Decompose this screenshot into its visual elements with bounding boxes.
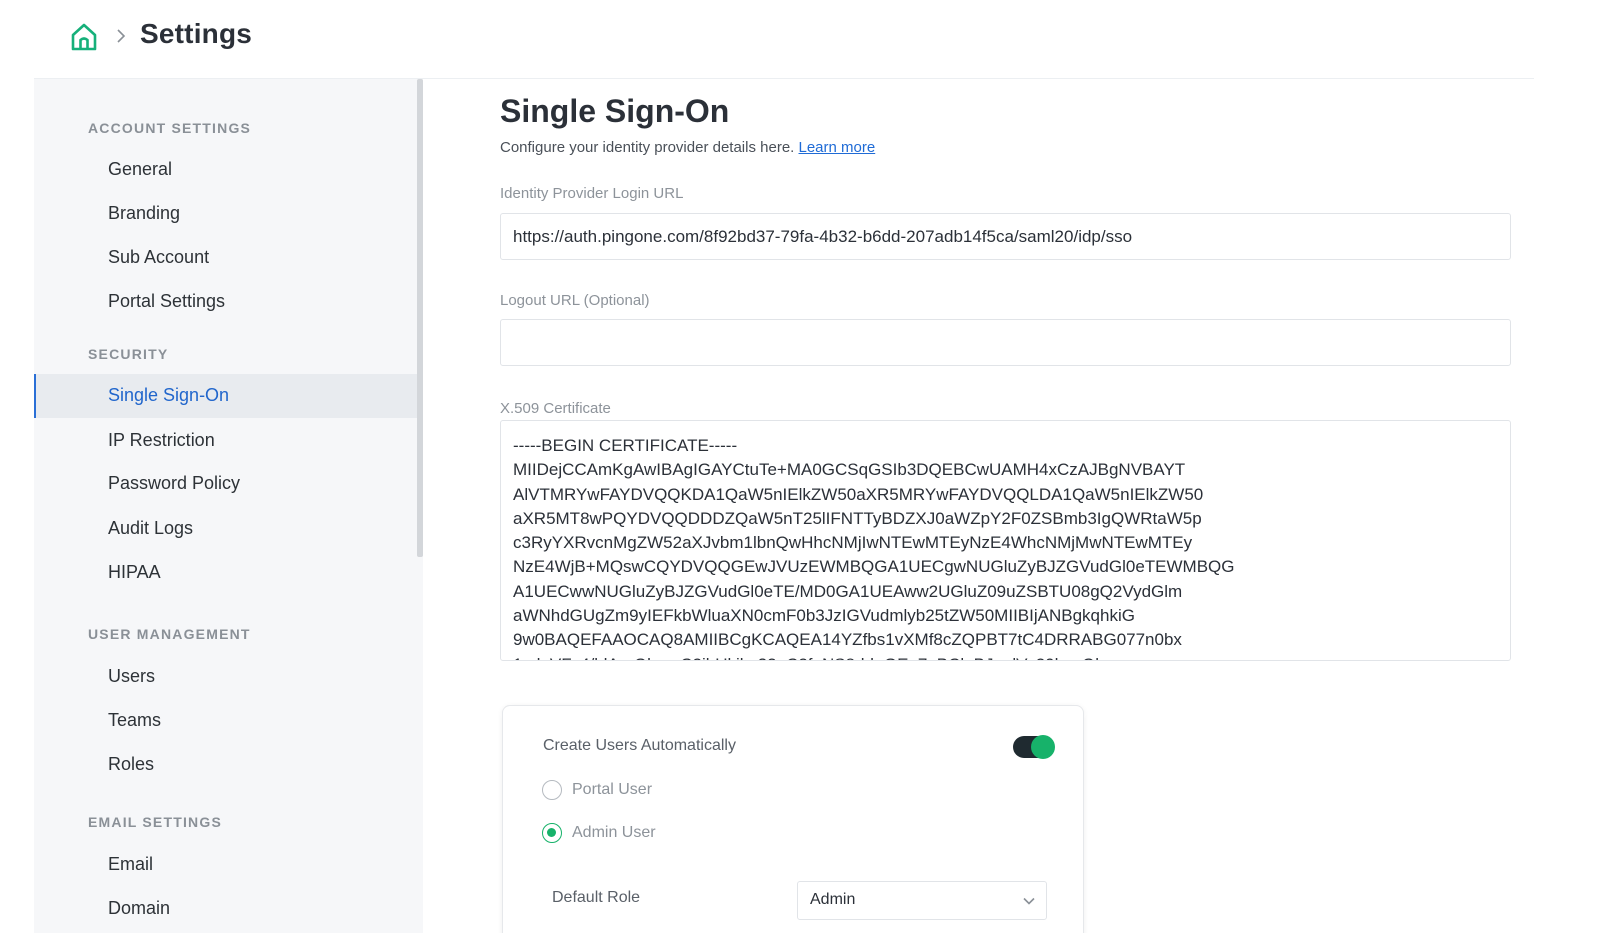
sidebar-scrollbar[interactable] [417, 79, 423, 557]
chevron-down-icon [1023, 897, 1035, 905]
radio-button-checked[interactable] [542, 823, 562, 843]
sidebar-item-label: Branding [108, 203, 181, 223]
user-provisioning-card: Create Users Automatically Portal User A… [502, 705, 1084, 933]
certificate-line: A1UECwwNUGluZyBJZGVudGl0eTE/MD0GA1UEAww2… [513, 581, 1183, 601]
sidebar-item-label: HIPAA [108, 562, 161, 582]
default-role-label: Default Role [552, 889, 641, 906]
sidebar-item-label: Teams [108, 710, 162, 730]
sidebar-item-label: IP Restriction [108, 430, 215, 450]
radio-label: Portal User [572, 781, 653, 798]
logout-url-label: Logout URL (Optional) [500, 292, 650, 309]
section-heading-security: SECURITY [88, 346, 169, 362]
login-url-label: Identity Provider Login URL [500, 185, 684, 202]
section-heading-account-settings: ACCOUNT SETTINGS [88, 120, 252, 136]
learn-more-link[interactable]: Learn more [799, 139, 876, 156]
sidebar-item-audit-logs[interactable]: Audit Logs [34, 507, 417, 551]
chevron-right-icon [117, 29, 126, 43]
radio-label: Admin User [572, 824, 656, 841]
home-icon[interactable] [70, 22, 98, 52]
sidebar: ACCOUNT SETTINGS General Branding Sub Ac… [34, 79, 423, 933]
sidebar-item-label: Roles [108, 754, 155, 774]
logout-url-input[interactable] [500, 319, 1511, 366]
sidebar-item-label: Portal Settings [108, 291, 226, 311]
sidebar-item-single-sign-on[interactable]: Single Sign-On [34, 374, 417, 418]
certificate-label: X.509 Certificate [500, 400, 611, 417]
section-title: Single Sign-On [500, 93, 730, 129]
default-role-select[interactable]: Admin [797, 881, 1047, 920]
certificate-line: -----BEGIN CERTIFICATE----- [513, 436, 738, 455]
sidebar-item-sub-account[interactable]: Sub Account [34, 236, 417, 280]
sidebar-item-branding[interactable]: Branding [34, 192, 417, 236]
default-role-value: Admin [810, 891, 856, 908]
sidebar-item-domain[interactable]: Domain [34, 887, 417, 931]
section-description: Configure your identity provider details… [500, 139, 875, 156]
sidebar-item-ip-restriction[interactable]: IP Restriction [34, 419, 417, 463]
sidebar-item-general[interactable]: General [34, 148, 417, 192]
certificate-line: aXR5MT8wPQYDVQQDDDZQaW5nT25lIFNTTyBDZXJ0… [513, 508, 1202, 528]
sidebar-item-portal-settings[interactable]: Portal Settings [34, 280, 417, 324]
sidebar-item-label: Password Policy [108, 473, 241, 493]
certificate-line: MIIDejCCAmKgAwIBAgIGAYCtuTe+MA0GCSqGSIb3… [513, 460, 1186, 480]
sidebar-item-roles[interactable]: Roles [34, 743, 417, 787]
page-title: Settings [140, 18, 253, 49]
sidebar-item-label: Sub Account [108, 247, 210, 267]
sidebar-item-label: Domain [108, 898, 171, 918]
sidebar-item-email[interactable]: Email [34, 843, 417, 887]
certificate-textarea[interactable]: -----BEGIN CERTIFICATE----- MIIDejCCAmKg… [500, 420, 1511, 661]
certificate-line: AlVTMRYwFAYDVQQKDA1QaW5nIElkZW50aXR5MRYw… [513, 484, 1204, 504]
create-users-toggle[interactable] [1013, 735, 1055, 759]
create-users-label: Create Users Automatically [543, 737, 736, 754]
certificate-line: NzE4WjB+MQswCQYDVQQGEwJVUzEWMBQGA1UECgwN… [513, 557, 1235, 577]
certificate-line: c3RyYXRvcnMgZW52aXJvbm1lbnQwHhcNMjIwNTEw… [513, 533, 1193, 553]
sidebar-item-label: Single Sign-On [108, 385, 230, 405]
header: Settings [0, 0, 1600, 78]
section-heading-email-settings: EMAIL SETTINGS [88, 814, 222, 830]
sidebar-item-label: Users [108, 666, 156, 686]
sidebar-item-password-policy[interactable]: Password Policy [34, 462, 417, 506]
sidebar-item-hipaa[interactable]: HIPAA [34, 551, 417, 595]
login-url-input[interactable] [500, 213, 1511, 260]
toggle-knob [1031, 735, 1055, 759]
certificate-line: 1cdnVFs4/ldAruQbnmC2jbUkikn32nC2fqNS8rld… [513, 653, 1498, 660]
sidebar-item-teams[interactable]: Teams [34, 699, 417, 743]
radio-button[interactable] [542, 780, 562, 800]
sidebar-item-label: Email [108, 854, 154, 874]
sidebar-item-label: Audit Logs [108, 518, 194, 538]
section-heading-user-management: USER MANAGEMENT [88, 626, 251, 642]
description-text: Configure your identity provider details… [500, 139, 795, 156]
sidebar-item-label: General [108, 159, 173, 179]
certificate-line: 9w0BAQEFAAOCAQ8AMIIBCgKCAQEA14YZfbs1vXMf… [513, 630, 1182, 650]
certificate-line: aWNhdGUgZm9yIEFkbWluaXN0cmF0b3JzIGVudmly… [513, 606, 1135, 626]
sidebar-item-users[interactable]: Users [34, 655, 417, 699]
